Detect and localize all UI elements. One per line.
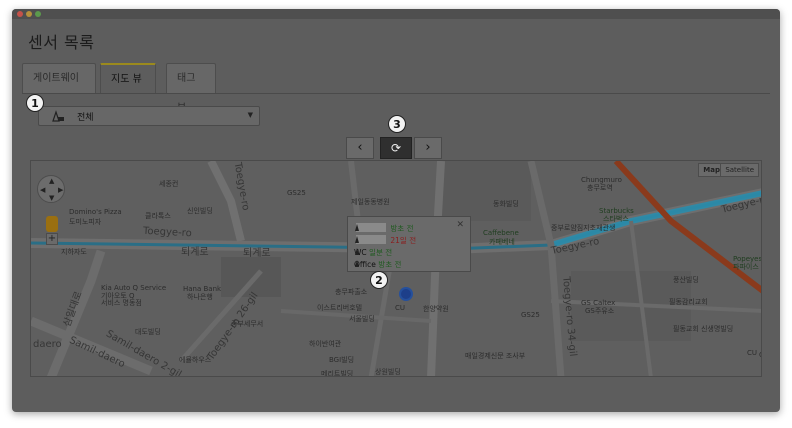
tab-gateway-view[interactable]: 게이트웨이 뷰 [22, 63, 96, 114]
map-label: Caffebene [483, 229, 519, 237]
gateway-tower-icon [52, 110, 64, 122]
map-label: 파파이스 [733, 263, 759, 271]
map-label: 메리트빌딩 [321, 370, 354, 377]
app-window: 센서 목록 게이트웨이 뷰 지도 뷰 태그 뷰 전체 ▼ ‹ ⟳ › [12, 9, 780, 412]
map-label: 클라톡스 [145, 212, 171, 220]
title-bar [12, 9, 780, 19]
close-icon[interactable]: ✕ [456, 220, 464, 230]
map-label: 중부세무서 [231, 320, 264, 328]
gateway-select[interactable]: 전체 ▼ [38, 106, 260, 126]
map-pan-control[interactable]: ▲ ▼ ◀ ▶ [37, 175, 65, 203]
map-label: 제일동동병원 [351, 198, 390, 206]
map-label: 지하자도 [61, 248, 87, 256]
tab-map-view[interactable]: 지도 뷰 [100, 63, 156, 94]
map-label: 스타벅스 [603, 215, 629, 223]
map-label: 도미노피자 [69, 218, 102, 226]
refresh-button[interactable]: ⟳ [380, 137, 412, 159]
map-label: 대도빌딩 [135, 328, 161, 336]
gateway-tower-icon [355, 224, 359, 231]
popup-sensor-row[interactable]: 방초 전 [354, 223, 413, 234]
zoom-in-button[interactable]: + [46, 233, 58, 245]
map-label: CU [395, 304, 406, 312]
popup-sensor-row[interactable]: 21일 전 [354, 235, 416, 246]
chevron-down-icon: ▼ [247, 111, 253, 119]
map-label: 세종컨 [159, 180, 179, 188]
sensor-status: 방초 전 [390, 224, 414, 233]
road-label: daero [33, 339, 62, 350]
map-label: 카페베네 [489, 238, 515, 246]
map-label: GS25 [287, 189, 306, 197]
callout-badge-3: 3 [388, 115, 406, 133]
sensor-status: 방초 전 [378, 260, 402, 269]
map-label: Domino's Pizza [69, 208, 122, 216]
next-page-button[interactable]: › [414, 137, 442, 159]
map-label: 필동감리교회 [669, 298, 708, 306]
popup-sensor-row[interactable]: WC 일분 전 [354, 247, 392, 258]
map-label: CU [747, 349, 758, 357]
map-view[interactable]: ▲ ▼ ◀ ▶ + Map Satellite 세종컨 GS25 Domino'… [30, 160, 762, 377]
tab-tag-view[interactable]: 태그 뷰 [166, 63, 216, 114]
page-title: 센서 목록 [28, 33, 95, 52]
map-label: 동화빌딩 [493, 200, 519, 208]
map-label: 충무파출소 [335, 288, 368, 296]
map-label: 신인빌딩 [187, 207, 213, 215]
map-type-satellite-button[interactable]: Satellite [720, 163, 759, 177]
map-label: 풍산빌딩 [673, 276, 699, 284]
map-label: GS주유소 [585, 307, 615, 315]
sensor-location-marker[interactable] [399, 287, 413, 301]
map-label: 한양약원 [423, 305, 449, 313]
gateway-tower-icon [355, 260, 359, 267]
map-label: 중부로얌짐지초재관생 [551, 224, 616, 232]
map-label: GS25 [521, 311, 540, 319]
map-label: 충무로역 [587, 184, 613, 192]
map-label: 서울빌딩 [349, 315, 375, 323]
map-label: 이스트리버호텔 [317, 304, 363, 312]
sensor-info-popup: ✕ 방초 전 21일 전 WC 일분 전 Office 방초 전 [347, 216, 471, 272]
minimize-window-button[interactable] [26, 11, 32, 17]
road-label: 퇴계로 [243, 248, 271, 259]
maximize-window-button[interactable] [35, 11, 41, 17]
map-label: BGI빌딩 [329, 356, 355, 364]
prev-page-button[interactable]: ‹ [346, 137, 374, 159]
map-label: CU [759, 351, 761, 359]
map-label: 하이반여관 [309, 340, 342, 348]
gateway-tower-icon [355, 236, 359, 243]
sensor-status: 일분 전 [369, 248, 393, 257]
street-view-pegman-icon[interactable] [46, 216, 58, 232]
map-label: 매일경제신문 조사부 [465, 352, 526, 360]
gateway-tower-icon [355, 248, 359, 255]
map-label: 서비스 명동점 [101, 299, 142, 307]
popup-sensor-row[interactable]: Office 방초 전 [354, 259, 401, 270]
gateway-select-value: 전체 [77, 113, 94, 123]
map-label: 필동교회 신생명빌딩 [673, 325, 734, 333]
map-label: 상원빌딩 [375, 368, 401, 376]
callout-badge-1: 1 [26, 94, 44, 112]
callout-badge-2: 2 [370, 271, 388, 289]
map-label: 에뮬하우스 [179, 356, 212, 364]
sensor-status: 21일 전 [390, 236, 417, 245]
map-label: 하나은행 [187, 293, 213, 301]
close-window-button[interactable] [17, 11, 23, 17]
road-label: 퇴계로 [181, 247, 209, 258]
